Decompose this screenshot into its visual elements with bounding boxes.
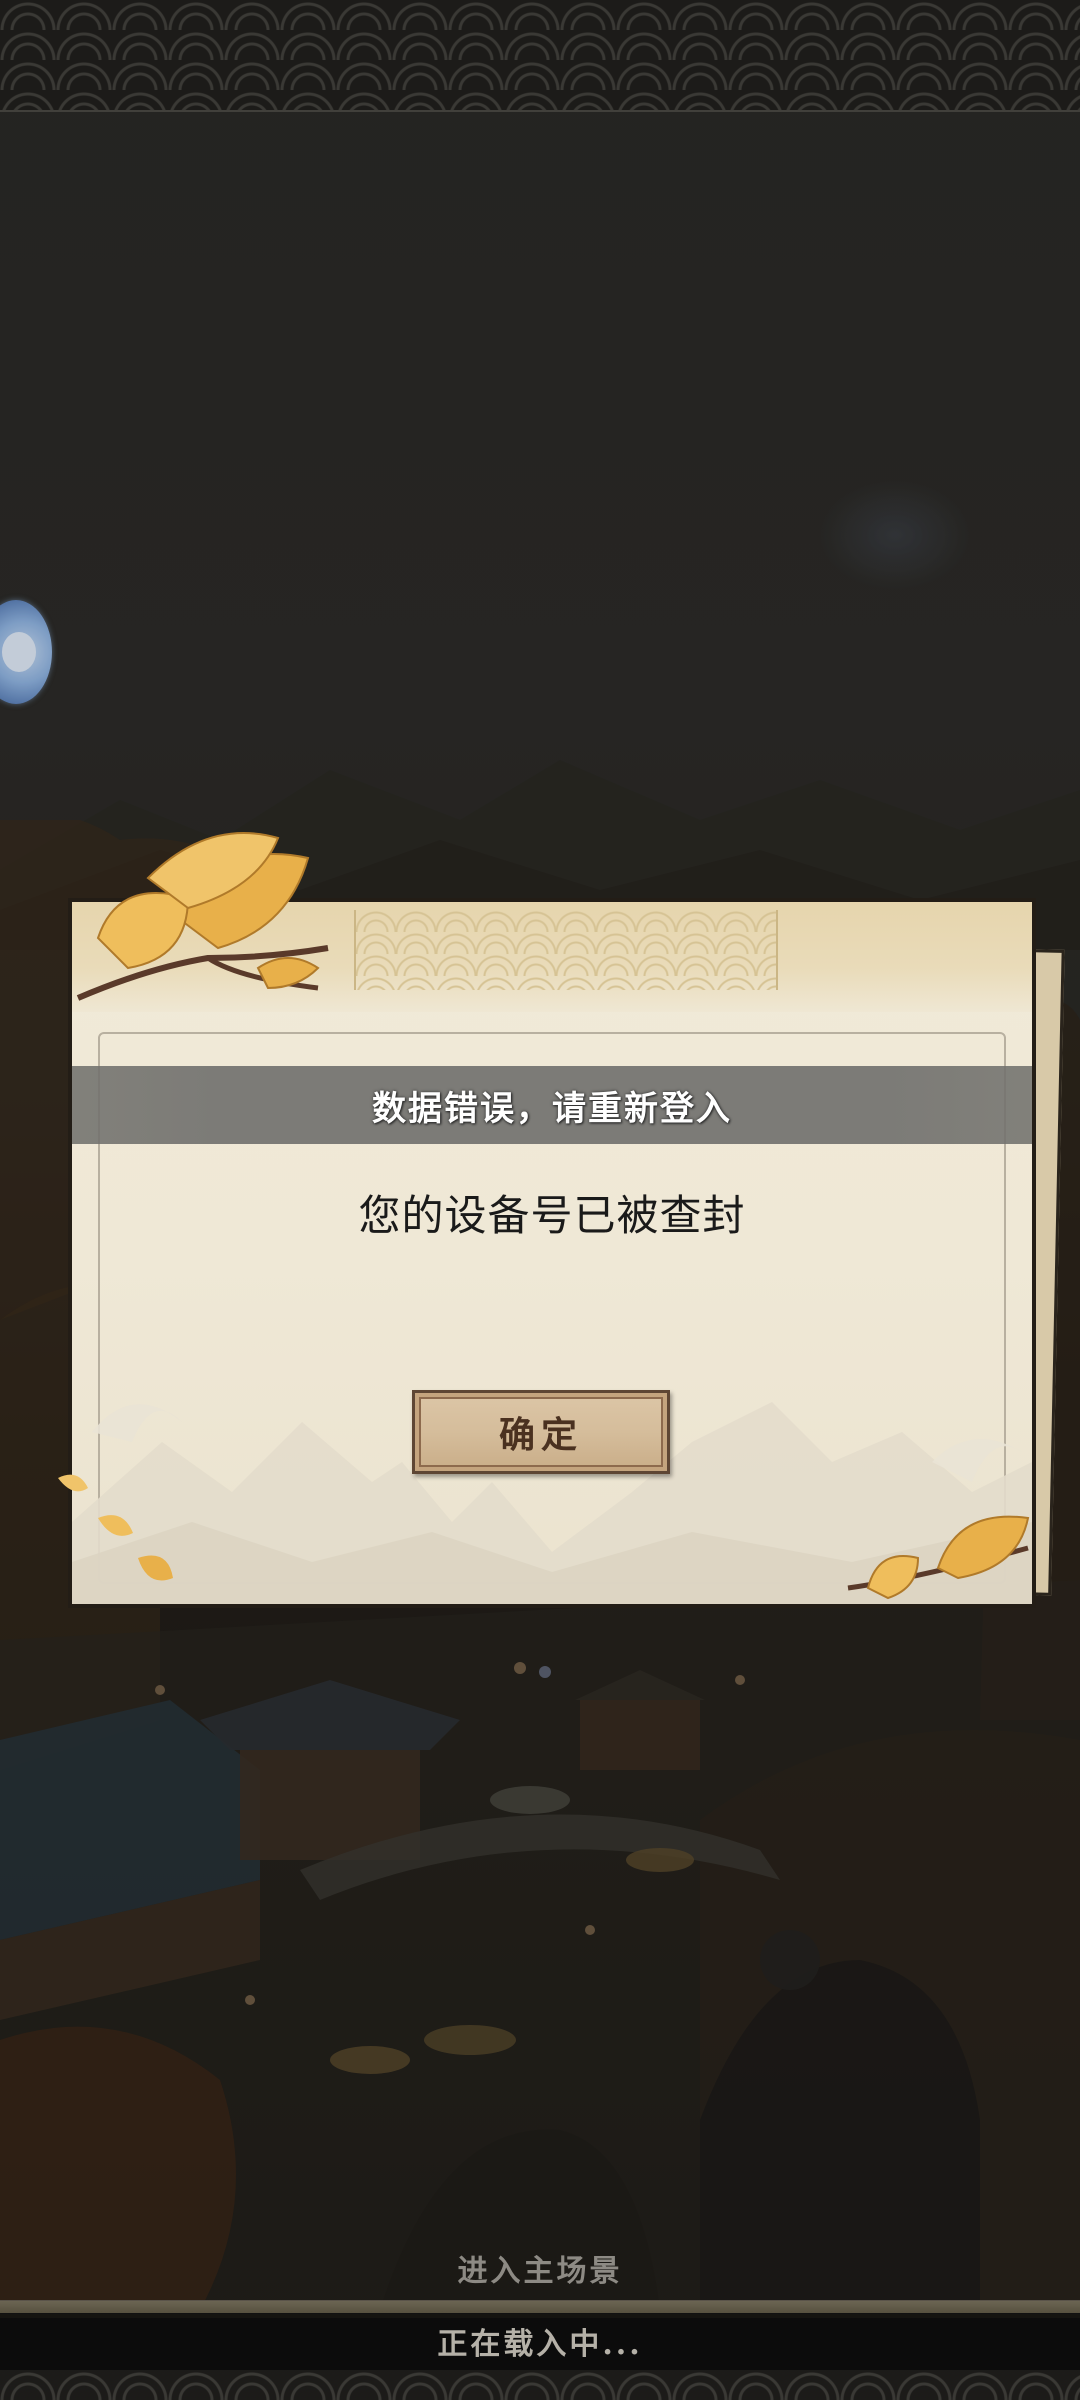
game-screen: 数据错误，请重新登入 您的设备号已被查封 确定 进入主场景 正在载入中... xyxy=(0,0,1080,2400)
dialog-title: 数据错误，请重新登入 xyxy=(372,1088,732,1129)
bottom-wave-border xyxy=(0,2370,1080,2400)
ginkgo-leaf-icon xyxy=(76,832,329,1001)
ginkgo-leaf-icon xyxy=(847,1515,1030,1600)
dialog-title-bar: 数据错误，请重新登入 xyxy=(72,1066,1032,1144)
loading-scene-label: 进入主场景 xyxy=(457,2254,623,2289)
loading-progress-fill xyxy=(0,2301,1080,2313)
loading-progress-bar xyxy=(0,2300,1080,2314)
confirm-button[interactable]: 确定 xyxy=(412,1390,670,1474)
error-dialog: 数据错误，请重新登入 您的设备号已被查封 确定 xyxy=(58,832,1065,1608)
ginkgo-leaf-icon xyxy=(58,1474,173,1581)
confirm-button-label: 确定 xyxy=(498,1414,583,1456)
dialog-message: 您的设备号已被查封 xyxy=(358,1191,746,1240)
top-wave-border xyxy=(0,0,1080,112)
moon xyxy=(820,480,970,590)
header-wave-pattern xyxy=(354,910,778,990)
loading-status-text: 正在载入中... xyxy=(0,2318,1080,2372)
